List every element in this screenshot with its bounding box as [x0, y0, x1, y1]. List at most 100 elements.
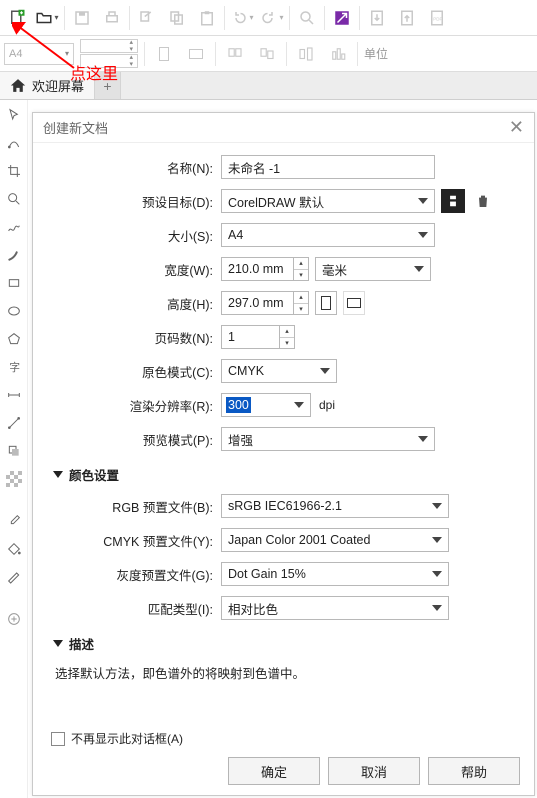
tab-welcome-label: 欢迎屏幕 [32, 76, 84, 95]
section-desc[interactable]: 描述 [53, 634, 520, 653]
landscape-toggle[interactable] [343, 291, 365, 315]
save-button [69, 5, 95, 31]
match-combo[interactable]: 相对比色 [221, 596, 449, 620]
drop-shadow-tool[interactable] [3, 440, 25, 462]
colormode-combo[interactable]: CMYK [221, 359, 337, 383]
label-gray: 灰度预置文件(G): [47, 565, 221, 584]
main-toolbar: ▾ ▾ ▾ PDF [0, 0, 537, 36]
size-value: A4 [228, 228, 243, 242]
gray-combo[interactable]: Dot Gain 15% [221, 562, 449, 586]
launch-button[interactable] [329, 5, 355, 31]
polygon-tool[interactable] [3, 328, 25, 350]
zoom-tool[interactable] [3, 188, 25, 210]
label-height: 高度(H): [47, 294, 221, 313]
pages-input[interactable]: ▴▾ [221, 325, 295, 349]
rgb-combo[interactable]: sRGB IEC61966-2.1 [221, 494, 449, 518]
match-value: 相对比色 [228, 599, 278, 618]
cancel-button[interactable]: 取消 [328, 757, 420, 785]
copy-button [164, 5, 190, 31]
unit-label: 单位 [364, 45, 388, 62]
height-input[interactable]: ▴▾ [221, 291, 309, 315]
renderres-combo[interactable]: 300 [221, 393, 311, 417]
label-pages: 页码数(N): [47, 328, 221, 347]
expand-toolbox[interactable] [3, 608, 25, 630]
colormode-value: CMYK [228, 364, 264, 378]
ellipse-tool[interactable] [3, 300, 25, 322]
import-button [364, 5, 390, 31]
pick-tool[interactable] [3, 104, 25, 126]
dialog-titlebar: 创建新文档 ✕ [33, 113, 534, 143]
triangle-icon [53, 640, 63, 647]
undo-button: ▾ [229, 5, 255, 31]
connector-tool[interactable] [3, 412, 25, 434]
svg-text:字: 字 [9, 361, 20, 374]
label-renderres: 渲染分辨率(R): [47, 396, 221, 415]
search-button [294, 5, 320, 31]
print-button [99, 5, 125, 31]
freehand-tool[interactable] [3, 216, 25, 238]
current-page-icon [254, 41, 280, 67]
close-button[interactable]: ✕ [509, 117, 524, 138]
width-input[interactable]: ▴▾ [221, 257, 309, 281]
pdf-button: PDF [424, 5, 450, 31]
rectangle-tool[interactable] [3, 272, 25, 294]
save-preset-button[interactable] [441, 189, 465, 213]
rgb-value: sRGB IEC61966-2.1 [228, 499, 342, 513]
new-document-dialog: 创建新文档 ✕ 名称(N): 预设目标(D): CorelDRAW 默认 大小(… [32, 112, 535, 796]
home-icon [10, 78, 26, 94]
portrait-toggle[interactable] [315, 291, 337, 315]
preview-combo[interactable]: 增强 [221, 427, 435, 451]
dpi-label: dpi [319, 398, 335, 412]
label-cmyk: CMYK 预置文件(Y): [47, 531, 221, 550]
export-button [394, 5, 420, 31]
cmyk-combo[interactable]: Japan Color 2001 Coated [221, 528, 449, 552]
description-text: 选择默认方法，即色谱外的将映射到色谱中。 [55, 663, 520, 682]
checker-icon [6, 471, 22, 487]
ok-button[interactable]: 确定 [228, 757, 320, 785]
label-match: 匹配类型(I): [47, 599, 221, 618]
transparency-tool[interactable] [3, 468, 25, 490]
unit-combo[interactable]: 毫米 [315, 257, 431, 281]
svg-text:PDF: PDF [433, 16, 442, 21]
eyedropper-tool[interactable] [3, 510, 25, 532]
crop-tool[interactable] [3, 160, 25, 182]
width-spin[interactable]: ▴▾ [80, 39, 138, 53]
paste-button [194, 5, 220, 31]
name-input[interactable] [221, 155, 435, 179]
label-size: 大小(S): [47, 226, 221, 245]
paper-size-combo[interactable]: A4 ▾ [4, 43, 74, 65]
text-tool[interactable]: 字 [3, 356, 25, 378]
preset-value: CorelDRAW 默认 [228, 192, 324, 211]
label-preset: 预设目标(D): [47, 192, 221, 211]
new-doc-button[interactable] [4, 5, 30, 31]
artistic-tool[interactable] [3, 244, 25, 266]
landscape-button [183, 41, 209, 67]
dont-show-checkbox[interactable] [51, 732, 65, 746]
unit-value: 毫米 [322, 260, 347, 279]
tab-add-button[interactable]: + [95, 72, 121, 99]
cut-button [134, 5, 160, 31]
label-rgb: RGB 预置文件(B): [47, 497, 221, 516]
all-pages-icon [222, 41, 248, 67]
fill-tool[interactable] [3, 538, 25, 560]
preset-combo[interactable]: CorelDRAW 默认 [221, 189, 435, 213]
paper-size-value: A4 [9, 48, 22, 60]
label-width: 宽度(W): [47, 260, 221, 279]
tab-welcome[interactable]: 欢迎屏幕 [0, 72, 95, 99]
outline-tool[interactable] [3, 566, 25, 588]
size-combo[interactable]: A4 [221, 223, 435, 247]
help-button[interactable]: 帮助 [428, 757, 520, 785]
preview-value: 增强 [228, 430, 253, 449]
property-bar: A4 ▾ ▴▾ ▴▾ 单位 [0, 36, 537, 72]
label-colormode: 原色模式(C): [47, 362, 221, 381]
section-color-label: 颜色设置 [69, 465, 119, 484]
shape-tool[interactable] [3, 132, 25, 154]
toolbox: 字 [0, 100, 28, 798]
open-button[interactable]: ▾ [34, 5, 60, 31]
height-spin[interactable]: ▴▾ [80, 54, 138, 68]
parallel-dim-tool[interactable] [3, 384, 25, 406]
redo-button: ▾ [259, 5, 285, 31]
cmyk-value: Japan Color 2001 Coated [228, 533, 370, 547]
delete-preset-button[interactable] [471, 189, 495, 213]
section-color[interactable]: 颜色设置 [53, 465, 520, 484]
